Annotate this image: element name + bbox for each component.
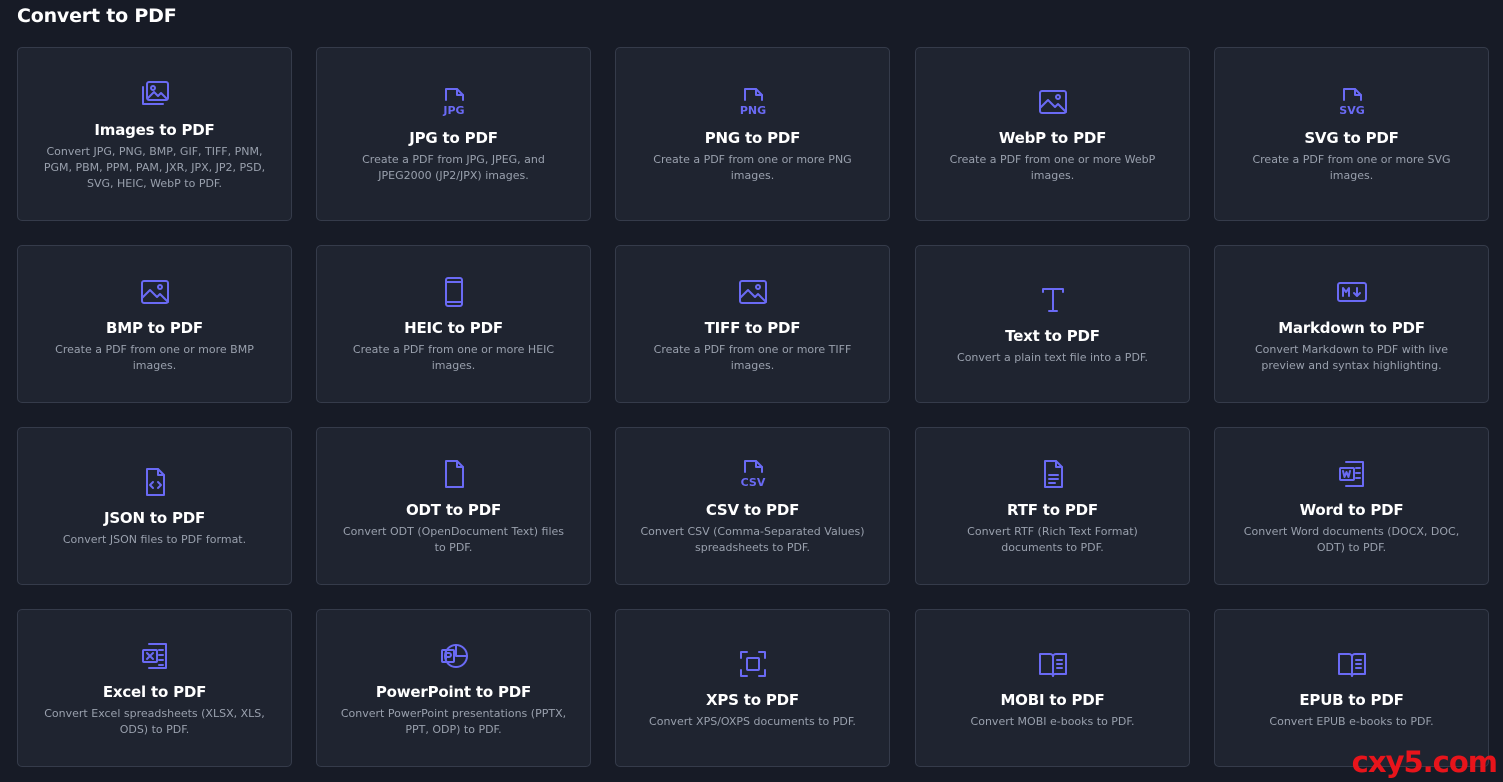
images-icon	[138, 77, 172, 111]
card-title: JPG to PDF	[409, 128, 498, 147]
text-file-icon	[1036, 457, 1070, 491]
file-icon	[437, 457, 471, 491]
images-to-pdf-card[interactable]: Images to PDF Convert JPG, PNG, BMP, GIF,…	[17, 47, 292, 221]
card-title: Excel to PDF	[102, 682, 207, 701]
card-title: TIFF to PDF	[704, 318, 801, 337]
card-description: Convert XPS/OXPS documents to PDF.	[649, 714, 856, 728]
image-icon	[736, 275, 770, 309]
png-to-pdf-card[interactable]: PNG PNG to PDF Create a PDF from one or mo…	[615, 47, 890, 221]
csv-to-pdf-card[interactable]: CSV CSV to PDF Convert CSV (Comma-Separate…	[615, 427, 890, 585]
card-title: Word to PDF	[1299, 500, 1404, 519]
card-description: Convert Excel spreadsheets (XLSX, XLS, O…	[44, 706, 265, 736]
card-title: Text to PDF	[1005, 326, 1100, 345]
page-title: Convert to PDF	[17, 5, 177, 27]
svg-text:CSV: CSV	[740, 476, 765, 489]
markdown-icon	[1335, 275, 1369, 309]
book-icon	[1036, 647, 1070, 681]
watermark: cxy5.com	[1351, 745, 1498, 779]
card-description: Create a PDF from JPG, JPEG, and JPEG200…	[362, 152, 545, 182]
svg-text:JPG: JPG	[442, 104, 464, 117]
card-description: Create a PDF from one or more BMP images…	[55, 342, 254, 372]
card-description: Create a PDF from one or more WebP image…	[949, 152, 1156, 182]
image-icon	[1036, 85, 1070, 119]
word-icon	[1335, 457, 1369, 491]
heic-to-pdf-card[interactable]: HEIC to PDF Create a PDF from one or more…	[316, 245, 591, 403]
card-title: BMP to PDF	[106, 318, 203, 337]
mobi-to-pdf-card[interactable]: MOBI to PDF Convert MOBI e-books to PDF.	[915, 609, 1190, 767]
card-description: Convert JSON files to PDF format.	[62, 532, 247, 546]
card-description: Create a PDF from one or more HEIC image…	[352, 342, 555, 372]
card-description: Convert ODT (OpenDocument Text) files to…	[342, 524, 564, 554]
card-title: EPUB to PDF	[1299, 690, 1404, 709]
webp-to-pdf-card[interactable]: WebP to PDF Create a PDF from one or more…	[915, 47, 1190, 221]
card-title: XPS to PDF	[706, 690, 799, 709]
jpg-to-pdf-card[interactable]: JPG JPG to PDF Create a PDF from JPG, JPEG…	[316, 47, 591, 221]
card-description: Convert a plain text file into a PDF.	[957, 350, 1148, 364]
card-title: Images to PDF	[94, 120, 215, 139]
card-description: Convert MOBI e-books to PDF.	[970, 714, 1135, 728]
excel-to-pdf-card[interactable]: Excel to PDF Convert Excel spreadsheets (…	[17, 609, 292, 767]
json-to-pdf-card[interactable]: JSON to PDF Convert JSON files to PDF for…	[17, 427, 292, 585]
svg-text:SVG: SVG	[1339, 104, 1364, 117]
card-description: Convert Markdown to PDF with live previe…	[1255, 342, 1448, 372]
csv-file-icon: CSV	[736, 457, 770, 491]
jpg-file-icon: JPG	[437, 85, 471, 119]
text-to-pdf-card[interactable]: Text to PDF Convert a plain text file int…	[915, 245, 1190, 403]
powerpoint-icon	[437, 639, 471, 673]
card-description: Create a PDF from one or more SVG images…	[1252, 152, 1451, 182]
rtf-to-pdf-card[interactable]: RTF to PDF Convert RTF (Rich Text Format)…	[915, 427, 1190, 585]
card-description: Convert EPUB e-books to PDF.	[1269, 714, 1434, 728]
text-icon	[1036, 283, 1070, 317]
word-to-pdf-card[interactable]: Word to PDF Convert Word documents (DOCX,…	[1214, 427, 1489, 585]
card-title: RTF to PDF	[1007, 500, 1098, 519]
scan-icon	[736, 647, 770, 681]
image-icon	[138, 275, 172, 309]
xps-to-pdf-card[interactable]: XPS to PDF Convert XPS/OXPS documents to …	[615, 609, 890, 767]
svg-to-pdf-card[interactable]: SVG SVG to PDF Create a PDF from one or mo…	[1214, 47, 1489, 221]
bmp-to-pdf-card[interactable]: BMP to PDF Create a PDF from one or more …	[17, 245, 292, 403]
card-description: Convert PowerPoint presentations (PPTX, …	[340, 706, 567, 736]
card-title: HEIC to PDF	[404, 318, 503, 337]
code-file-icon	[138, 465, 172, 499]
svg-text:PNG: PNG	[739, 104, 765, 117]
card-description: Convert Word documents (DOCX, DOC, ODT) …	[1243, 524, 1460, 554]
card-title: PNG to PDF	[704, 128, 801, 147]
card-description: Create a PDF from one or more TIFF image…	[653, 342, 852, 372]
epub-to-pdf-card[interactable]: EPUB to PDF Convert EPUB e-books to PDF.	[1214, 609, 1489, 767]
markdown-to-pdf-card[interactable]: Markdown to PDF Convert Markdown to PDF w…	[1214, 245, 1489, 403]
card-title: PowerPoint to PDF	[375, 682, 532, 701]
card-title: SVG to PDF	[1304, 128, 1399, 147]
svg-file-icon: SVG	[1335, 85, 1369, 119]
png-file-icon: PNG	[736, 85, 770, 119]
card-description: Convert JPG, PNG, BMP, GIF, TIFF, PNM, P…	[43, 144, 266, 190]
card-description: Create a PDF from one or more PNG images…	[653, 152, 852, 182]
card-title: CSV to PDF	[705, 500, 800, 519]
card-description: Convert RTF (Rich Text Format) documents…	[967, 524, 1138, 554]
card-title: JSON to PDF	[103, 508, 206, 527]
tiff-to-pdf-card[interactable]: TIFF to PDF Create a PDF from one or more…	[615, 245, 890, 403]
powerpoint-to-pdf-card[interactable]: PowerPoint to PDF Convert PowerPoint pres…	[316, 609, 591, 767]
phone-icon	[437, 275, 471, 309]
card-title: WebP to PDF	[998, 128, 1107, 147]
excel-icon	[138, 639, 172, 673]
card-description: Convert CSV (Comma-Separated Values) spr…	[640, 524, 865, 554]
card-title: MOBI to PDF	[1000, 690, 1105, 709]
odt-to-pdf-card[interactable]: ODT to PDF Convert ODT (OpenDocument Text…	[316, 427, 591, 585]
book-icon	[1335, 647, 1369, 681]
card-title: Markdown to PDF	[1278, 318, 1425, 337]
card-title: ODT to PDF	[405, 500, 502, 519]
